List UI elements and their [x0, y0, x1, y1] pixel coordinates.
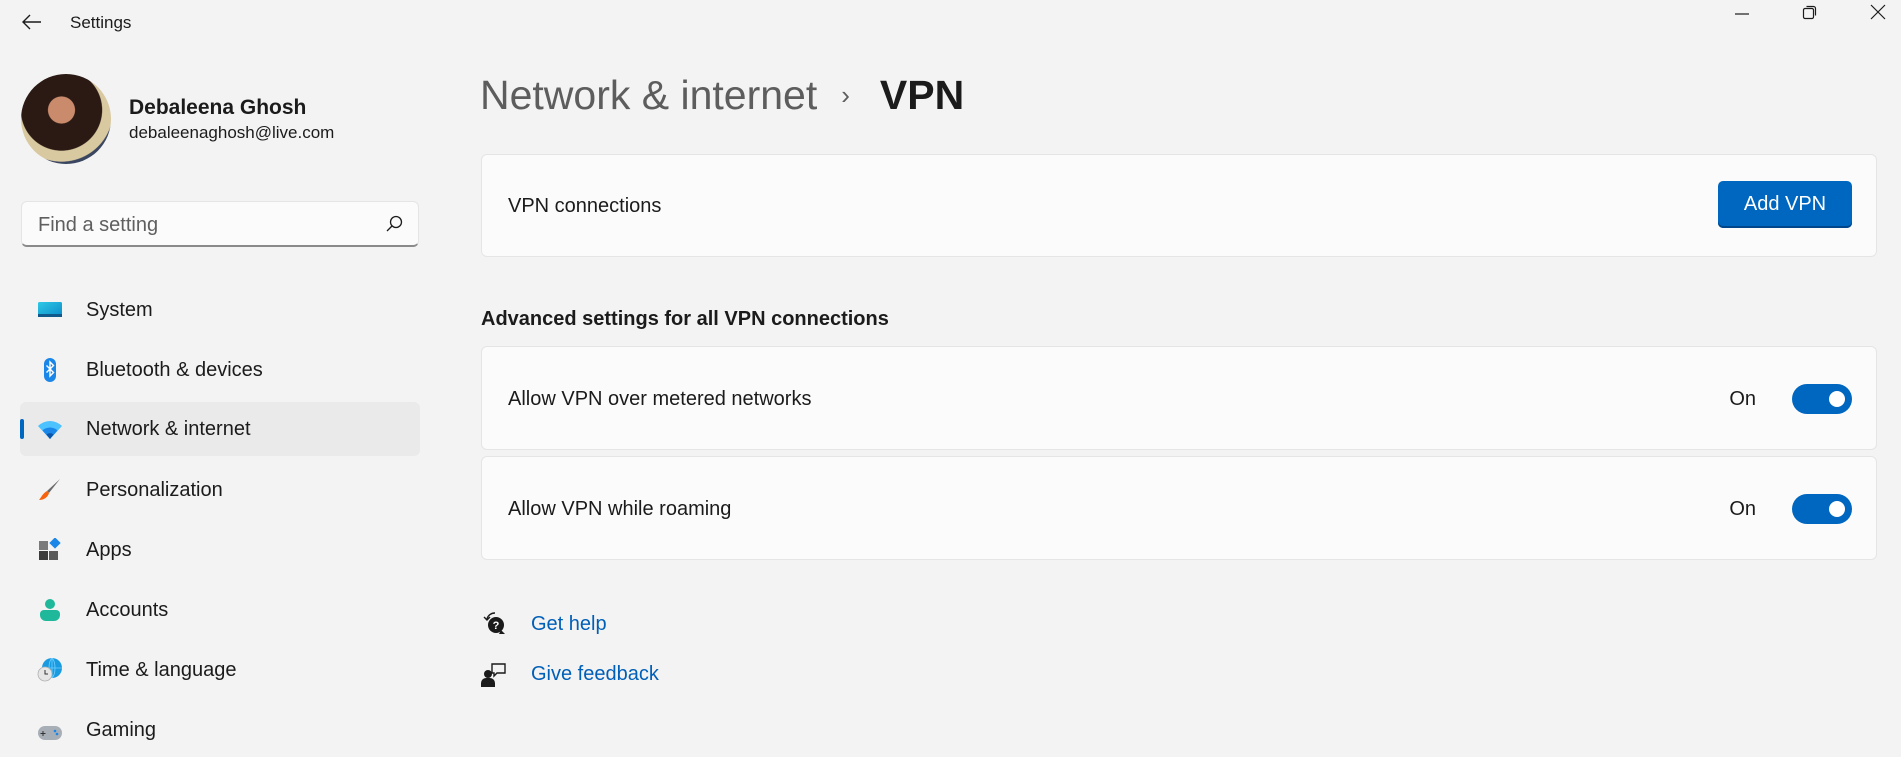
bluetooth-icon	[44, 358, 56, 382]
sidebar-item-label: Accounts	[86, 598, 169, 621]
profile-email: debaleenaghosh@live.com	[129, 123, 335, 142]
sidebar-item-label: Personalization	[86, 478, 223, 501]
sidebar-item-accounts[interactable]: Accounts	[20, 583, 420, 637]
search-icon[interactable]	[384, 214, 404, 234]
sidebar-item-label: Gaming	[86, 718, 157, 741]
setting-metered-networks: Allow VPN over metered networks On	[481, 346, 1877, 450]
setting-label: Allow VPN while roaming	[508, 498, 732, 520]
sidebar-item-network[interactable]: Network & internet	[20, 402, 420, 456]
give-feedback-link[interactable]: Give feedback	[481, 661, 659, 687]
get-help-label[interactable]: Get help	[531, 613, 607, 636]
sidebar-item-apps[interactable]: Apps	[20, 523, 420, 577]
svg-text:?: ?	[493, 620, 500, 632]
chevron-right-icon: ›	[841, 80, 850, 110]
app-title: Settings	[70, 13, 132, 32]
page-title: VPN	[879, 72, 965, 118]
minimize-button[interactable]	[1712, 0, 1772, 24]
toggle-state-label: On	[1729, 498, 1756, 520]
restore-button[interactable]	[1780, 0, 1840, 24]
back-arrow-icon	[22, 14, 41, 30]
back-button[interactable]	[20, 10, 44, 34]
selection-indicator	[20, 419, 24, 439]
vpn-connections-label: VPN connections	[508, 195, 662, 217]
get-help-link[interactable]: ? Get help	[481, 611, 607, 637]
breadcrumb-parent[interactable]: Network & internet	[480, 72, 817, 119]
sidebar-item-label: Bluetooth & devices	[86, 358, 263, 381]
section-title-advanced: Advanced settings for all VPN connection…	[481, 308, 889, 330]
toggle-knob	[1829, 391, 1845, 407]
minimize-icon	[1735, 13, 1749, 15]
give-feedback-label[interactable]: Give feedback	[531, 663, 659, 686]
vpn-connections-card: VPN connections Add VPN	[481, 154, 1877, 257]
globe-clock-icon	[37, 658, 62, 682]
toggle-state-label: On	[1729, 388, 1756, 410]
sidebar-item-label: Apps	[86, 538, 132, 561]
close-button[interactable]	[1848, 0, 1901, 24]
sidebar-item-bluetooth[interactable]: Bluetooth & devices	[20, 343, 420, 397]
wifi-icon	[38, 421, 62, 439]
setting-roaming: Allow VPN while roaming On	[481, 456, 1877, 560]
brush-icon	[39, 479, 60, 500]
roaming-toggle[interactable]	[1792, 494, 1852, 524]
sidebar-item-time-language[interactable]: Time & language	[20, 643, 420, 697]
gamepad-icon	[38, 726, 62, 740]
sidebar-item-system[interactable]: System	[20, 283, 420, 337]
sidebar-item-label: Network & internet	[86, 417, 251, 440]
add-vpn-button[interactable]: Add VPN	[1718, 181, 1852, 228]
profile-name: Debaleena Ghosh	[129, 96, 307, 119]
toggle-knob	[1829, 501, 1845, 517]
account-icon	[40, 599, 60, 621]
metered-networks-toggle[interactable]	[1792, 384, 1852, 414]
avatar[interactable]	[21, 74, 111, 164]
apps-icon	[39, 538, 61, 560]
sidebar-item-label: System	[86, 298, 153, 321]
close-icon	[1870, 4, 1886, 20]
setting-label: Allow VPN over metered networks	[508, 388, 812, 410]
search-input[interactable]	[36, 202, 380, 248]
sidebar-item-personalization[interactable]: Personalization	[20, 463, 420, 517]
help-icon: ?	[483, 612, 505, 634]
breadcrumb: Network & internet › VPN	[480, 72, 964, 119]
restore-icon	[1802, 5, 1817, 20]
sidebar-item-label: Time & language	[86, 658, 237, 681]
feedback-icon	[481, 663, 506, 687]
search-box[interactable]	[21, 201, 419, 248]
system-icon	[38, 302, 62, 317]
sidebar-item-gaming[interactable]: Gaming	[20, 703, 420, 757]
